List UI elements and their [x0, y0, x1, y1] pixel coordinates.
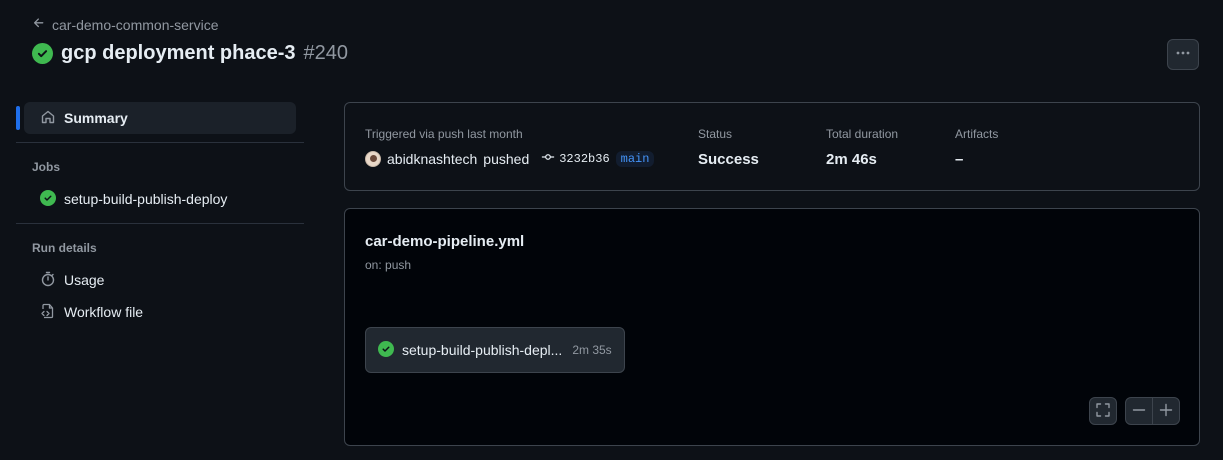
workflow-graph-card: car-demo-pipeline.yml on: push setup-bui… [344, 208, 1200, 446]
kebab-horizontal-icon [1175, 45, 1191, 64]
active-indicator [16, 106, 20, 130]
check-circle-fill-icon [40, 189, 56, 209]
check-circle-fill-icon [32, 43, 53, 64]
stopwatch-icon [40, 271, 56, 290]
commit-link[interactable]: 3232b36 [541, 150, 610, 168]
workflow-trigger: on: push [365, 258, 412, 272]
plus-icon [1158, 402, 1174, 421]
divider [16, 142, 304, 143]
screen-full-icon [1095, 402, 1111, 421]
duration-label: Total duration [826, 127, 899, 141]
run-number: #240 [303, 42, 349, 64]
run-title-row: gcp deployment phace-3 #240 [32, 42, 348, 65]
more-options-button[interactable] [1167, 39, 1199, 70]
actor-link[interactable]: abidknashtech [387, 151, 477, 167]
sidebar-item-label: Workflow file [64, 304, 144, 320]
job-node[interactable]: setup-build-publish-depl... 2m 35s [365, 327, 625, 373]
zoom-in-button[interactable] [1152, 397, 1180, 425]
status-label: Status [698, 127, 733, 141]
check-circle-fill-icon [378, 340, 394, 360]
git-commit-icon [541, 150, 555, 168]
avatar[interactable] [365, 151, 381, 167]
fullscreen-button[interactable] [1089, 397, 1117, 425]
artifacts-info: Artifacts – [955, 127, 998, 168]
page-title: gcp deployment phace-3 [61, 42, 296, 64]
job-node-name: setup-build-publish-depl... [402, 342, 563, 358]
trigger-label: Triggered via push last month [365, 127, 523, 141]
job-node-duration: 2m 35s [572, 343, 612, 357]
divider [16, 223, 304, 224]
workflow-run-page: car-demo-common-service gcp deployment p… [0, 0, 1223, 460]
jobs-heading: Jobs [32, 160, 61, 174]
sidebar-item-label: setup-build-publish-deploy [64, 191, 228, 207]
branch-badge[interactable]: main [615, 151, 655, 167]
artifacts-value: – [955, 151, 964, 168]
sidebar: Summary Jobs setup-build-publish-deploy … [16, 102, 304, 328]
back-link-label: car-demo-common-service [52, 16, 219, 33]
duration-value: 2m 46s [826, 151, 877, 168]
file-code-icon [40, 303, 56, 322]
status-value: Success [698, 151, 759, 168]
zoom-out-button[interactable] [1125, 397, 1153, 425]
back-to-repo-link[interactable]: car-demo-common-service [32, 16, 218, 33]
duration-info: Total duration 2m 46s [826, 127, 898, 168]
run-details-heading: Run details [32, 241, 97, 255]
home-icon [40, 109, 56, 128]
dash-icon [1131, 402, 1147, 421]
sidebar-item-label: Usage [64, 272, 105, 288]
run-summary-card: Triggered via push last month abidknasht… [344, 102, 1200, 191]
sidebar-item-workflow-file[interactable]: Workflow file [24, 296, 296, 328]
trigger-info: Triggered via push last month abidknasht… [365, 127, 655, 168]
action-text: pushed [483, 151, 530, 167]
sidebar-item-label: Summary [64, 110, 128, 126]
sidebar-item-summary[interactable]: Summary [16, 102, 296, 134]
commit-sha: 3232b36 [559, 152, 610, 166]
workflow-file-name[interactable]: car-demo-pipeline.yml [365, 233, 524, 250]
sidebar-item-job[interactable]: setup-build-publish-deploy [24, 183, 296, 215]
arrow-left-icon [32, 16, 46, 33]
push-row: abidknashtech pushed 3232b36 main [365, 150, 655, 168]
sidebar-item-usage[interactable]: Usage [24, 264, 296, 296]
status-info: Status Success [698, 127, 759, 168]
artifacts-label: Artifacts [955, 127, 999, 141]
